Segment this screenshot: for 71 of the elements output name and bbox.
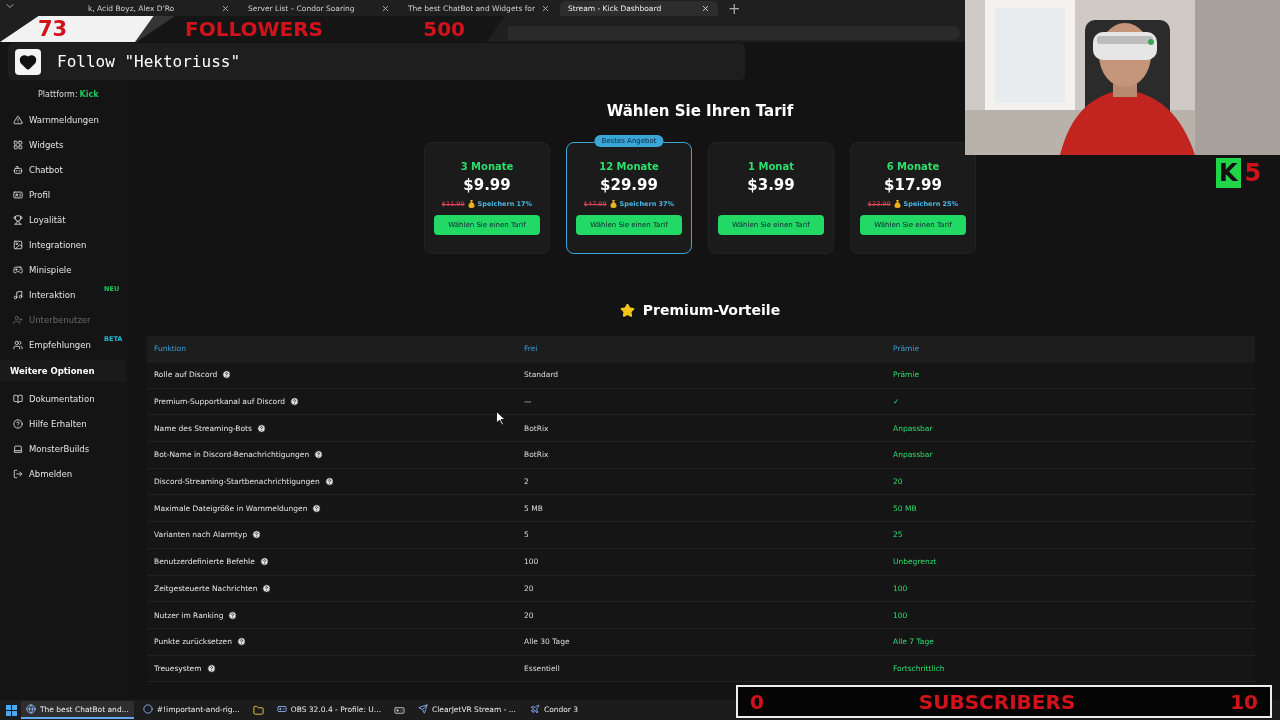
help-icon[interactable] xyxy=(289,397,299,407)
plan-price: $17.99 xyxy=(884,176,942,194)
help-icon[interactable] xyxy=(206,663,216,673)
nav-item[interactable]: Hilfe Erhalten xyxy=(0,411,130,436)
help-icon[interactable] xyxy=(312,503,322,513)
close-icon[interactable] xyxy=(381,4,390,13)
nav-icon xyxy=(13,468,23,479)
kick-logo: K xyxy=(1216,158,1241,188)
plan-price: $29.99 xyxy=(600,176,658,194)
page-title: Wählen Sie Ihren Tarif xyxy=(606,102,794,120)
nav-icon xyxy=(13,139,23,150)
gamepad-icon[interactable] xyxy=(394,704,405,716)
new-tab-button[interactable]: + xyxy=(728,0,741,18)
help-icon[interactable] xyxy=(228,610,238,620)
nav-item[interactable]: Abmelden xyxy=(0,461,130,486)
nav-icon xyxy=(13,289,23,300)
nav-icon xyxy=(13,443,23,454)
help-icon[interactable] xyxy=(259,557,269,567)
app-icon xyxy=(142,704,153,714)
nav-item[interactable]: Profil xyxy=(0,182,130,207)
nav-item[interactable]: Warnmeldungen xyxy=(0,107,130,132)
followers-goal-bar: FOLLOWERS 500 xyxy=(135,16,505,42)
nav-item[interactable]: Minispiele xyxy=(0,257,130,282)
app-icon xyxy=(529,704,540,714)
money-bag-icon xyxy=(893,199,901,208)
platform-label: Plattform: Kick xyxy=(37,90,100,99)
nav-icon xyxy=(13,264,23,275)
plan-duration: 12 Monate xyxy=(599,161,659,172)
close-icon[interactable] xyxy=(221,4,230,13)
nav-icon xyxy=(13,393,23,404)
nav-item[interactable]: MonsterBuilds xyxy=(0,436,130,461)
app-icon xyxy=(276,704,287,714)
app-icon xyxy=(26,704,36,714)
help-icon[interactable] xyxy=(314,450,324,460)
help-icon[interactable] xyxy=(252,530,262,540)
alert-text: Follow "Hektoriuss" xyxy=(57,52,241,71)
nav-icon xyxy=(13,164,23,175)
help-icon[interactable] xyxy=(324,477,334,487)
section-title: Premium-Vorteile xyxy=(642,302,781,318)
nav-item[interactable]: Loyalität xyxy=(0,207,130,232)
nav-item[interactable]: Dokumentation xyxy=(0,386,130,411)
plan-price: $9.99 xyxy=(463,176,511,194)
nav-item[interactable]: Widgets xyxy=(0,132,130,157)
kick-count: 5 xyxy=(1244,159,1262,187)
nav-item[interactable]: Chatbot xyxy=(0,157,130,182)
money-bag-icon xyxy=(467,199,475,208)
section-heading: Weitere Optionen xyxy=(0,360,126,382)
help-icon[interactable] xyxy=(236,637,246,647)
app-icon xyxy=(418,704,428,714)
mouse-cursor-icon xyxy=(496,411,506,426)
plan-duration: 1 Monat xyxy=(748,161,794,172)
star-icon xyxy=(619,302,635,318)
plan-duration: 6 Monate xyxy=(886,161,940,172)
subscribers-goal-bar: 0 SUBSCRIBERS 10 xyxy=(736,685,1272,718)
help-icon[interactable] xyxy=(222,370,232,380)
windows-icon[interactable] xyxy=(6,704,17,716)
money-bag-icon xyxy=(609,199,617,208)
nav-icon xyxy=(13,418,23,429)
nav-icon xyxy=(13,314,23,325)
plan-price: $3.99 xyxy=(747,176,795,194)
nav-icon xyxy=(13,214,23,225)
help-icon[interactable] xyxy=(262,583,272,593)
folder-icon[interactable] xyxy=(252,704,264,716)
plan-duration: 3 Monate xyxy=(460,161,514,172)
nav-icon xyxy=(13,339,23,350)
nav-icon xyxy=(13,189,23,200)
help-icon[interactable] xyxy=(256,423,266,433)
close-icon[interactable] xyxy=(541,4,550,13)
nav-icon xyxy=(13,114,23,125)
nav-item[interactable]: Integrationen xyxy=(0,232,130,257)
nav-icon xyxy=(13,239,23,250)
